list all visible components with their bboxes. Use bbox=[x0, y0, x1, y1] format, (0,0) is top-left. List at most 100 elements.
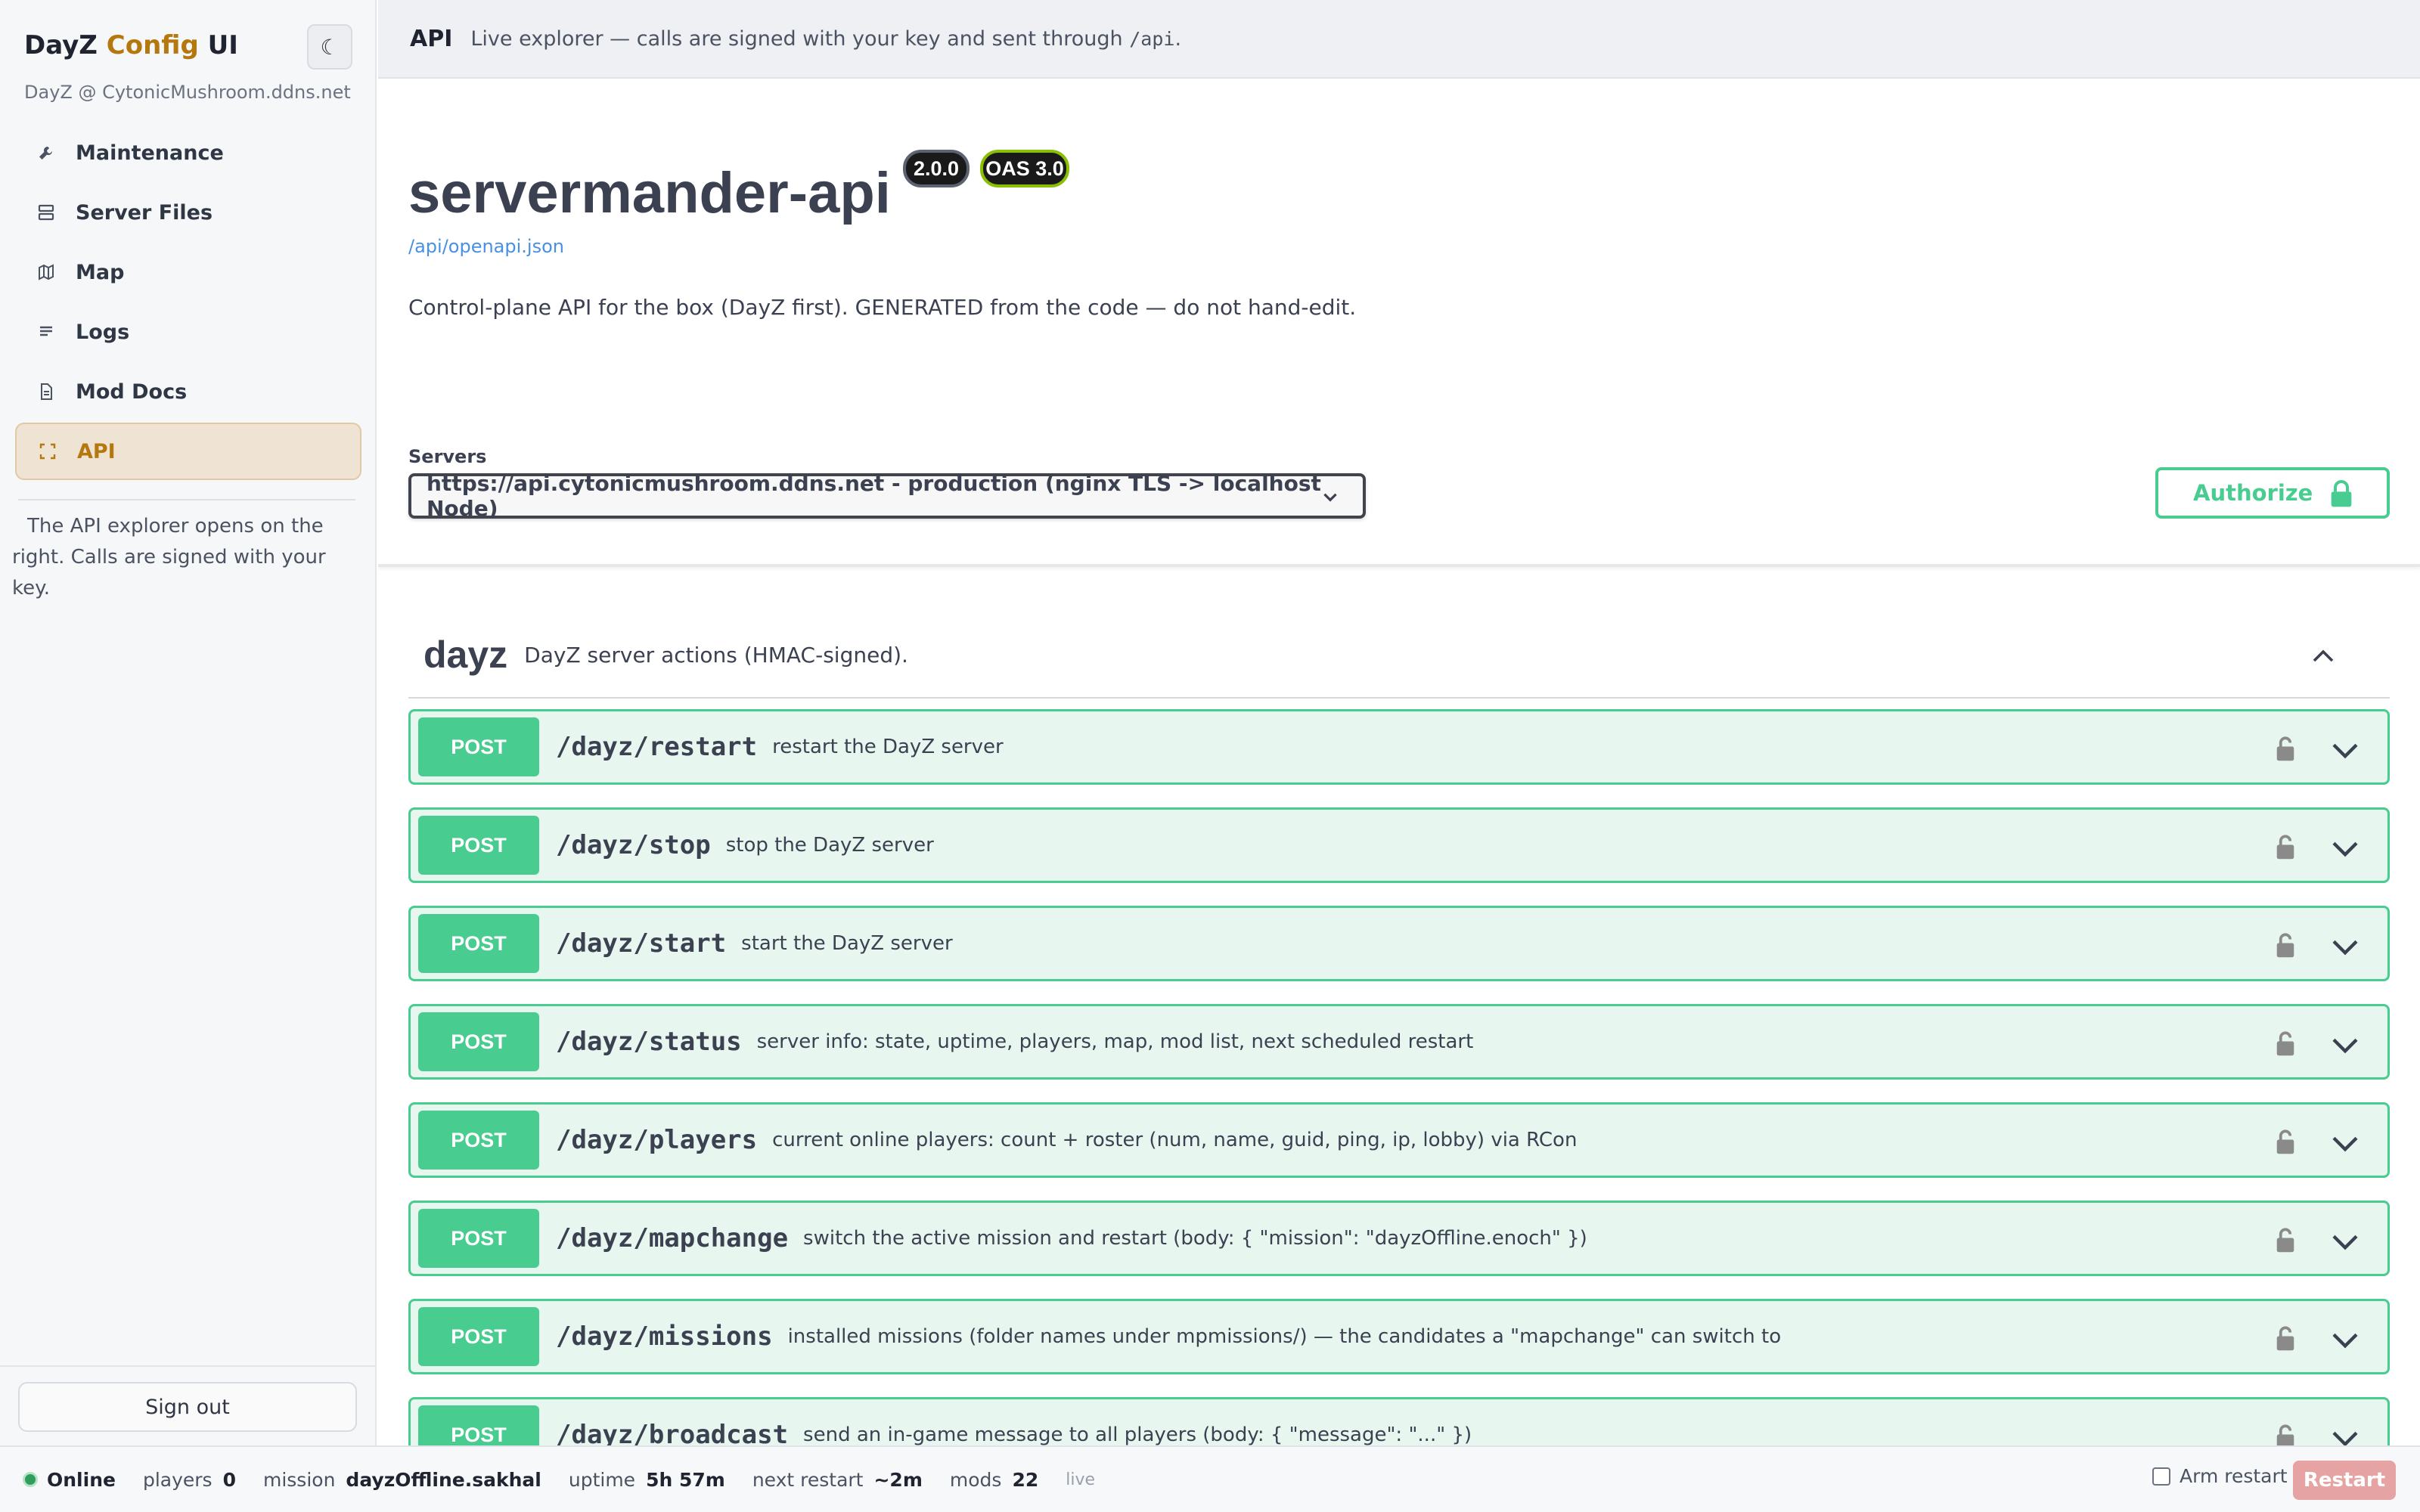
operation-dayz-status[interactable]: POST /dayz/status server info: state, up… bbox=[408, 1004, 2390, 1080]
sidebar-item-label: Server Files bbox=[76, 200, 213, 225]
page-description: Live explorer — calls are signed with yo… bbox=[470, 27, 1181, 51]
operation-path: /dayz/mapchange bbox=[556, 1223, 789, 1253]
tag-section-dayz[interactable]: dayz DayZ server actions (HMAC-signed). bbox=[408, 612, 2390, 699]
page-header: API Live explorer — calls are signed wit… bbox=[378, 0, 2420, 79]
theme-toggle-button[interactable]: ☾ bbox=[307, 24, 352, 70]
operation-path: /dayz/restart bbox=[556, 732, 758, 762]
method-badge: POST bbox=[418, 1209, 539, 1268]
operation-summary: start the DayZ server bbox=[741, 932, 953, 955]
operation-path: /dayz/stop bbox=[556, 830, 711, 860]
lock-icon bbox=[2329, 479, 2353, 513]
operation-dayz-broadcast[interactable]: POST /dayz/broadcast send an in-game mes… bbox=[408, 1397, 2390, 1445]
next-restart-label: next restart bbox=[752, 1468, 864, 1491]
spec-link[interactable]: /api/openapi.json bbox=[408, 236, 564, 257]
sidebar-item-label: Mod Docs bbox=[76, 380, 188, 404]
mods-value: 22 bbox=[1012, 1468, 1039, 1491]
page-description-suffix: . bbox=[1174, 26, 1182, 51]
tag-description: DayZ server actions (HMAC-signed). bbox=[524, 642, 908, 668]
sidebar-item-label: Maintenance bbox=[76, 141, 224, 165]
chevron-down-icon[interactable] bbox=[2330, 837, 2360, 863]
restart-button[interactable]: Restart bbox=[2293, 1461, 2396, 1500]
operation-dayz-start[interactable]: POST /dayz/start start the DayZ server bbox=[408, 906, 2390, 981]
operation-dayz-players[interactable]: POST /dayz/players current online player… bbox=[408, 1102, 2390, 1178]
chevron-down-icon[interactable] bbox=[2330, 1328, 2360, 1354]
wrench-icon bbox=[35, 141, 57, 164]
sidebar-item-server-files[interactable]: Server Files bbox=[15, 184, 361, 241]
operation-path: /dayz/start bbox=[556, 928, 727, 959]
api-description: Control-plane API for the box (DayZ firs… bbox=[408, 295, 1357, 320]
method-badge: POST bbox=[418, 1012, 539, 1071]
sidebar-footer-divider bbox=[0, 1365, 375, 1367]
sign-out-button[interactable]: Sign out bbox=[18, 1382, 357, 1432]
sidebar-nav: Maintenance Server Files Map Logs Mod Do… bbox=[15, 124, 361, 482]
unlocked-icon[interactable] bbox=[2274, 1127, 2297, 1159]
expand-icon bbox=[36, 440, 59, 463]
sidebar-item-label: Map bbox=[76, 260, 125, 284]
method-badge: POST bbox=[418, 1307, 539, 1366]
operation-path: /dayz/broadcast bbox=[556, 1420, 789, 1445]
authorize-label: Authorize bbox=[2193, 480, 2313, 506]
sidebar-item-label: API bbox=[77, 439, 116, 463]
sidebar-item-mod-docs[interactable]: Mod Docs bbox=[15, 363, 361, 420]
brand-text-dayz: DayZ bbox=[24, 30, 107, 60]
operation-dayz-mapchange[interactable]: POST /dayz/mapchange switch the active m… bbox=[408, 1201, 2390, 1276]
arm-restart-label: Arm restart bbox=[2180, 1465, 2288, 1487]
version-badge: 2.0.0 bbox=[903, 150, 970, 187]
servers-select[interactable]: https://api.cytonicmushroom.ddns.net - p… bbox=[408, 471, 1366, 521]
operation-summary: installed missions (folder names under m… bbox=[787, 1325, 1782, 1348]
chevron-down-icon[interactable] bbox=[2330, 935, 2360, 961]
brand-text-ui: UI bbox=[198, 30, 238, 60]
operation-summary: send an in-game message to all players (… bbox=[803, 1424, 1472, 1445]
arm-restart-toggle[interactable]: Arm restart bbox=[2152, 1465, 2288, 1487]
chevron-down-icon[interactable] bbox=[2330, 1230, 2360, 1256]
uptime-value: 5h 57m bbox=[646, 1468, 725, 1491]
next-restart-value: ~2m bbox=[873, 1468, 923, 1491]
sidebar-divider bbox=[18, 499, 355, 500]
operation-dayz-restart[interactable]: POST /dayz/restart restart the DayZ serv… bbox=[408, 709, 2390, 785]
arm-restart-checkbox[interactable] bbox=[2152, 1467, 2170, 1486]
unlocked-icon[interactable] bbox=[2274, 1324, 2297, 1356]
unlocked-icon[interactable] bbox=[2274, 1029, 2297, 1061]
sidebar: DayZ Config UI ☾ DayZ @ CytonicMushroom.… bbox=[0, 0, 377, 1445]
operation-dayz-stop[interactable]: POST /dayz/stop stop the DayZ server bbox=[408, 807, 2390, 883]
page-description-text: Live explorer — calls are signed with yo… bbox=[470, 26, 1130, 51]
sidebar-item-map[interactable]: Map bbox=[15, 243, 361, 301]
operation-dayz-missions[interactable]: POST /dayz/missions installed missions (… bbox=[408, 1299, 2390, 1374]
operation-path: /dayz/missions bbox=[556, 1321, 773, 1352]
unlocked-icon[interactable] bbox=[2274, 1225, 2297, 1257]
method-badge: POST bbox=[418, 1405, 539, 1445]
unlocked-icon[interactable] bbox=[2274, 832, 2297, 864]
live-indicator: live bbox=[1066, 1470, 1096, 1489]
unlocked-icon[interactable] bbox=[2274, 734, 2297, 766]
scheme-divider bbox=[378, 564, 2420, 567]
page-description-code: /api bbox=[1129, 27, 1175, 50]
status-bar: Online players 0 mission dayzOffline.sak… bbox=[0, 1445, 2420, 1512]
document-icon bbox=[35, 380, 57, 403]
authorize-button[interactable]: Authorize bbox=[2155, 467, 2390, 519]
brand-text-config: Config bbox=[106, 30, 199, 60]
operation-path: /dayz/players bbox=[556, 1125, 758, 1155]
sidebar-item-logs[interactable]: Logs bbox=[15, 303, 361, 361]
moon-icon: ☾ bbox=[320, 34, 340, 60]
chevron-down-icon[interactable] bbox=[2330, 1427, 2360, 1445]
chevron-down-icon[interactable] bbox=[2330, 739, 2360, 764]
chevron-down-icon[interactable] bbox=[2330, 1132, 2360, 1157]
sidebar-item-api[interactable]: API bbox=[15, 423, 361, 480]
method-badge: POST bbox=[418, 816, 539, 875]
uptime-label: uptime bbox=[568, 1468, 636, 1491]
mission-label: mission bbox=[262, 1468, 336, 1491]
unlocked-icon[interactable] bbox=[2274, 931, 2297, 962]
operation-path: /dayz/status bbox=[556, 1027, 742, 1057]
unlocked-icon[interactable] bbox=[2274, 1422, 2297, 1445]
method-badge: POST bbox=[418, 914, 539, 973]
mission-value: dayzOffline.sakhal bbox=[346, 1468, 541, 1491]
server-icon bbox=[35, 201, 57, 224]
operation-summary: current online players: count + roster (… bbox=[772, 1129, 1578, 1151]
sidebar-item-maintenance[interactable]: Maintenance bbox=[15, 124, 361, 181]
list-icon bbox=[35, 321, 57, 343]
tag-name: dayz bbox=[424, 634, 508, 676]
players-value: 0 bbox=[222, 1468, 236, 1491]
chevron-down-icon[interactable] bbox=[2330, 1033, 2360, 1059]
chevron-up-icon[interactable] bbox=[2310, 643, 2337, 673]
online-status-dot bbox=[23, 1472, 38, 1487]
